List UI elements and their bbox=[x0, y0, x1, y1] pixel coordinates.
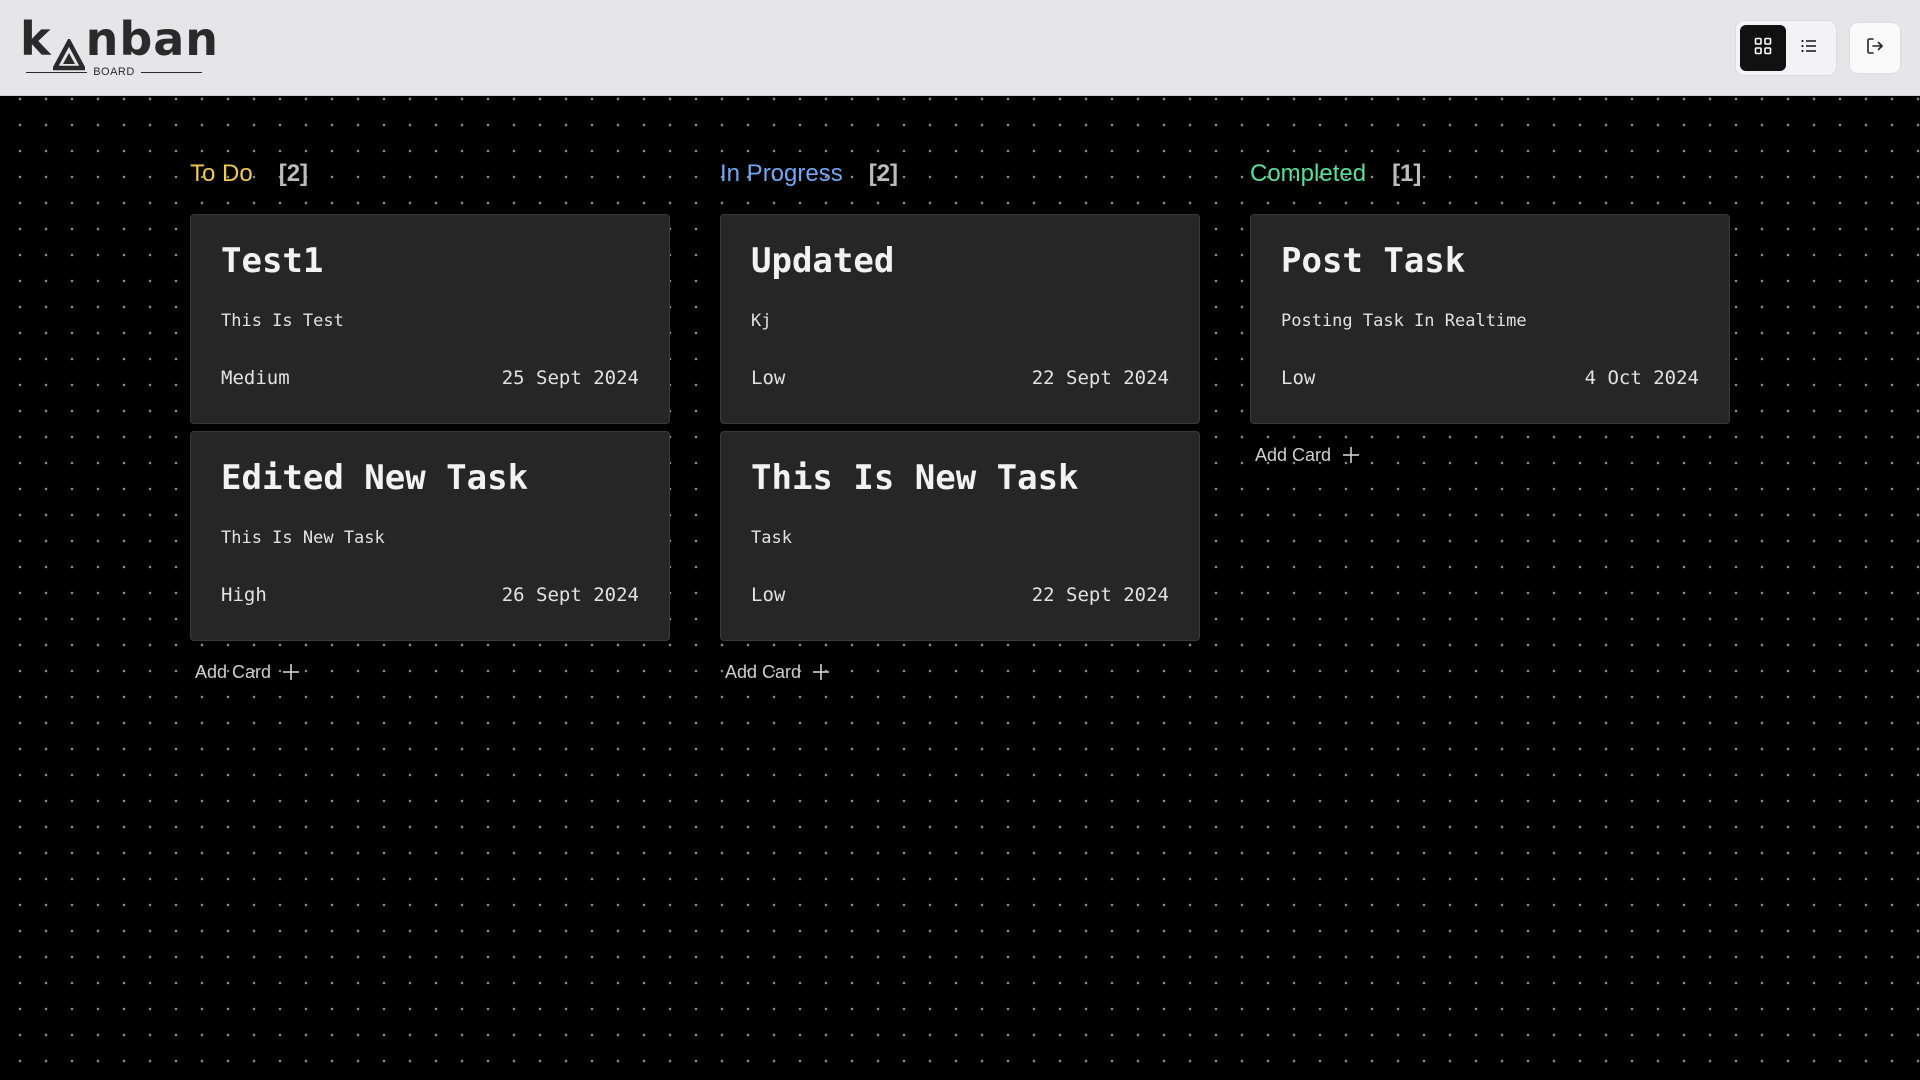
column-header: To Do [2] bbox=[190, 156, 670, 192]
plus-icon bbox=[281, 662, 301, 682]
top-navbar: k nban BOARD bbox=[0, 0, 1920, 96]
add-card-label: Add Card bbox=[195, 661, 272, 682]
card-title: Test1 bbox=[221, 241, 324, 281]
task-card[interactable]: Updated Kj Low 22 Sept 2024 bbox=[720, 214, 1200, 424]
add-card-label: Add Card bbox=[725, 661, 802, 682]
logout-button[interactable] bbox=[1850, 23, 1900, 73]
add-card-button[interactable]: Add Card bbox=[725, 660, 831, 684]
card-description: Task bbox=[751, 528, 792, 548]
add-card-button[interactable]: Add Card bbox=[195, 660, 301, 684]
card-title: Post Task bbox=[1281, 241, 1466, 281]
plus-icon bbox=[811, 662, 831, 682]
list-view-button[interactable] bbox=[1786, 25, 1832, 71]
column-todo: To Do [2] Test1 This Is Test Medium 25 S… bbox=[190, 156, 670, 684]
task-card[interactable]: This Is New Task Task Low 22 Sept 2024 bbox=[720, 431, 1200, 641]
list-icon bbox=[1799, 36, 1819, 61]
column-title: In Progress bbox=[720, 160, 843, 187]
card-priority: Medium bbox=[221, 367, 290, 389]
card-date: 26 Sept 2024 bbox=[501, 584, 639, 606]
column-header: In Progress [2] bbox=[720, 156, 1200, 192]
logo-triangle-icon bbox=[50, 24, 87, 71]
logo-rule-right bbox=[140, 71, 202, 73]
card-priority: Low bbox=[751, 367, 786, 389]
card-date: 25 Sept 2024 bbox=[501, 367, 639, 389]
add-card-label: Add Card bbox=[1255, 444, 1332, 465]
card-list: Updated Kj Low 22 Sept 2024 This Is New … bbox=[720, 214, 1200, 641]
card-title: Updated bbox=[751, 241, 895, 281]
task-card[interactable]: Post Task Posting Task In Realtime Low 4… bbox=[1250, 214, 1730, 424]
column-count: [1] bbox=[1392, 160, 1422, 187]
card-title: Edited New Task bbox=[221, 458, 529, 498]
card-priority: High bbox=[221, 584, 267, 606]
column-in-progress: In Progress [2] Updated Kj Low 22 Sept 2… bbox=[720, 156, 1200, 684]
column-count: [2] bbox=[868, 160, 899, 187]
card-date: 22 Sept 2024 bbox=[1031, 367, 1169, 389]
column-completed: Completed [1] Post Task Posting Task In … bbox=[1250, 156, 1730, 467]
grid-icon bbox=[1753, 36, 1773, 61]
logo-rule-left bbox=[26, 71, 88, 73]
card-description: This Is New Task bbox=[221, 528, 385, 548]
card-description: Posting Task In Realtime bbox=[1281, 311, 1527, 331]
column-header: Completed [1] bbox=[1250, 156, 1730, 192]
task-card[interactable]: Test1 This Is Test Medium 25 Sept 2024 bbox=[190, 214, 670, 424]
add-card-button[interactable]: Add Card bbox=[1255, 443, 1361, 467]
card-list: Post Task Posting Task In Realtime Low 4… bbox=[1250, 214, 1730, 424]
logo-subtitle-text: BOARD bbox=[93, 66, 135, 78]
column-count: [2] bbox=[278, 160, 309, 187]
column-title: To Do bbox=[190, 160, 253, 187]
card-title: This Is New Task bbox=[751, 458, 1079, 498]
card-date: 4 Oct 2024 bbox=[1584, 367, 1699, 389]
logo-subtitle: BOARD bbox=[26, 66, 202, 78]
card-description: Kj bbox=[751, 311, 772, 331]
card-date: 22 Sept 2024 bbox=[1031, 584, 1169, 606]
card-list: Test1 This Is Test Medium 25 Sept 2024 E… bbox=[190, 214, 670, 641]
task-card[interactable]: Edited New Task This Is New Task High 26… bbox=[190, 431, 670, 641]
card-priority: Low bbox=[751, 584, 786, 606]
logout-icon bbox=[1865, 36, 1885, 61]
column-title: Completed bbox=[1250, 160, 1367, 187]
view-toggle bbox=[1736, 21, 1836, 75]
logo-wordmark: k nban bbox=[20, 12, 220, 71]
grid-view-button[interactable] bbox=[1740, 25, 1786, 71]
card-description: This Is Test bbox=[221, 311, 344, 331]
kanban-board: To Do [2] Test1 This Is Test Medium 25 S… bbox=[0, 96, 1920, 1080]
plus-icon bbox=[1341, 445, 1361, 465]
kanban-logo: k nban BOARD bbox=[18, 12, 218, 78]
card-priority: Low bbox=[1281, 367, 1316, 389]
